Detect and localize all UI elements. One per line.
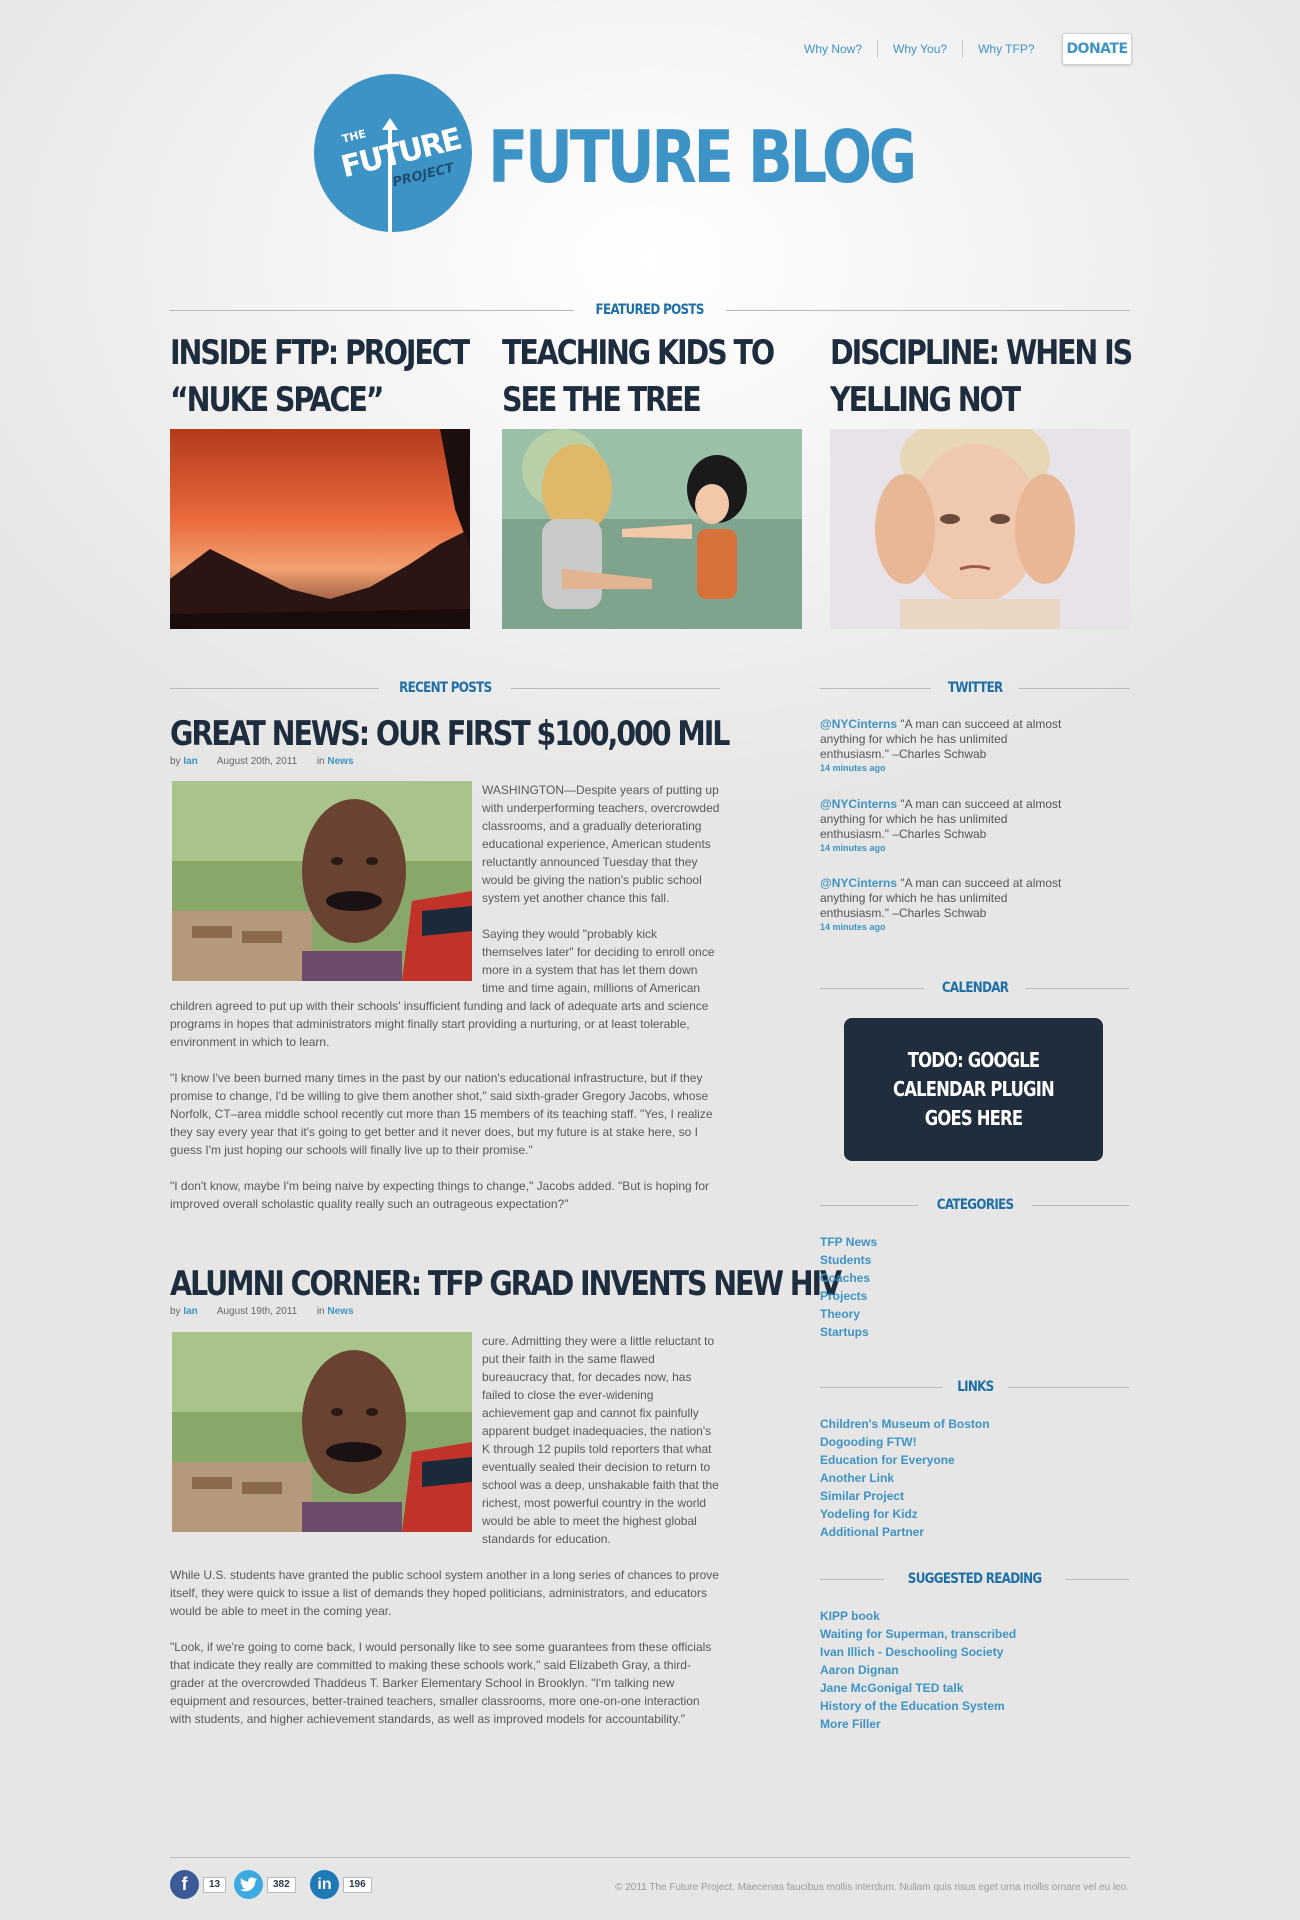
featured-post-title[interactable]: DISCIPLINE: WHEN IS YELLING NOT ENOUGH? (830, 330, 1133, 467)
suggested-link[interactable]: Waiting for Superman, transcribed (820, 1625, 1016, 1643)
post-category-link[interactable]: News (327, 1306, 353, 1317)
tweet-time-link[interactable]: 14 minutes ago (820, 921, 1070, 933)
facebook-share[interactable]: f 13 (170, 1870, 227, 1899)
tweet-time-link[interactable]: 14 minutes ago (820, 842, 1070, 854)
post-body: WASHINGTON—Despite years of putting up w… (170, 781, 720, 1231)
linkedin-count: 196 (343, 1876, 372, 1893)
calendar-placeholder-text: TODO: GOOGLE CALENDAR PLUGIN GOES HERE (893, 1048, 1055, 1130)
tweet: @NYCinterns "A man can succeed at almost… (820, 876, 1070, 933)
category-link[interactable]: Projects (820, 1287, 877, 1305)
featured-heading-label: FEATURED POSTS (595, 302, 705, 318)
post-body: cure. Admitting they were a little reluc… (170, 1332, 720, 1746)
top-nav: Why Now? Why You? Why TFP? (788, 40, 1050, 58)
tweet: @NYCinterns "A man can succeed at almost… (820, 797, 1070, 854)
post-meta: by Ian August 19th, 2011 in News (170, 1306, 354, 1317)
category-link[interactable]: Students (820, 1251, 877, 1269)
post-paragraph: "I know I've been burned many times in t… (170, 1071, 713, 1157)
tweet-handle-link[interactable]: @NYCinterns (820, 797, 897, 811)
links-list: Children's Museum of Boston Dogooding FT… (820, 1415, 990, 1541)
child-covering-ears-image[interactable] (830, 429, 1130, 629)
logo-arrow-head (382, 118, 398, 130)
categories-heading: CATEGORIES (820, 1197, 1131, 1213)
external-link[interactable]: Dogooding FTW! (820, 1433, 990, 1451)
featured-heading: FEATURED POSTS (170, 302, 1130, 318)
tweet-handle-link[interactable]: @NYCinterns (820, 876, 897, 890)
external-link[interactable]: Similar Project (820, 1487, 990, 1505)
links-heading-label: LINKS (956, 1379, 994, 1395)
recent-heading: RECENT POSTS (170, 680, 721, 696)
category-link[interactable]: Theory (820, 1305, 877, 1323)
categories-list: TFP News Students Coaches Projects Theor… (820, 1233, 877, 1341)
post-paragraph: "I don't know, maybe I'm being naive by … (170, 1179, 710, 1211)
nav-link-why-tfp[interactable]: Why TFP? (962, 40, 1049, 58)
external-link[interactable]: Additional Partner (820, 1523, 990, 1541)
linkedin-icon[interactable]: in (310, 1870, 339, 1899)
linkedin-share[interactable]: in 196 (310, 1870, 372, 1899)
post-meta-by: by (170, 1306, 181, 1317)
calendar-heading-label: CALENDAR (941, 980, 1009, 996)
post-title[interactable]: ALUMNI CORNER: TFP GRAD INVENTS NEW HIV (170, 1262, 842, 1306)
post-author-link[interactable]: Ian (183, 1306, 197, 1317)
man-with-mustache-image[interactable] (172, 1332, 472, 1532)
post-meta: by Ian August 20th, 2011 in News (170, 756, 354, 767)
links-heading: LINKS (820, 1379, 1130, 1395)
recent-heading-label: RECENT POSTS (398, 680, 492, 696)
post-author-link[interactable]: Ian (183, 756, 197, 767)
post-date: August 19th, 2011 (216, 1306, 298, 1317)
post-title[interactable]: GREAT NEWS: OUR FIRST $100,000 MIL (170, 712, 730, 756)
post-meta-in: in (316, 756, 325, 767)
calendar-heading: CALENDAR (820, 980, 1130, 996)
suggested-link[interactable]: Jane McGonigal TED talk (820, 1679, 1016, 1697)
twitter-count: 382 (267, 1876, 296, 1893)
post-paragraph: "Look, if we're going to come back, I wo… (170, 1640, 712, 1726)
categories-heading-label: CATEGORIES (936, 1197, 1014, 1213)
donate-button[interactable]: DONATE (1062, 33, 1132, 65)
featured-post-title[interactable]: INSIDE FTP: PROJECT “NUKE SPACE” (170, 330, 472, 430)
category-link[interactable]: Coaches (820, 1269, 877, 1287)
post-date: August 20th, 2011 (216, 756, 298, 767)
suggested-heading: SUGGESTED READING (820, 1571, 1130, 1587)
category-link[interactable]: TFP News (820, 1233, 877, 1251)
facebook-count: 13 (203, 1876, 227, 1893)
category-link[interactable]: Startups (820, 1323, 877, 1341)
featured-post-3[interactable]: DISCIPLINE: WHEN IS YELLING NOT ENOUGH? (830, 330, 1133, 629)
post-meta-in: in (316, 1306, 325, 1317)
suggested-link[interactable]: More Filler (820, 1715, 1016, 1733)
facebook-icon[interactable]: f (170, 1870, 199, 1899)
man-with-mustache-image[interactable] (172, 781, 472, 981)
suggested-link[interactable]: Aaron Dignan (820, 1661, 1016, 1679)
tweet-handle-link[interactable]: @NYCinterns (820, 717, 897, 731)
copyright-text: © 2011 The Future Project. Maecenas fauc… (615, 1882, 1129, 1893)
nav-link-why-you[interactable]: Why You? (877, 40, 962, 58)
suggested-link[interactable]: Ivan Illich - Deschooling Society (820, 1643, 1016, 1661)
footer-divider (170, 1857, 1130, 1858)
suggested-link[interactable]: KIPP book (820, 1607, 1016, 1625)
twitter-share[interactable]: 382 (234, 1870, 296, 1899)
suggested-heading-label: SUGGESTED READING (908, 1571, 1042, 1587)
external-link[interactable]: Another Link (820, 1469, 990, 1487)
twitter-heading-label: TWITTER (947, 680, 1003, 696)
logo-the: THE (340, 127, 368, 146)
post-category-link[interactable]: News (327, 756, 353, 767)
nav-link-why-now[interactable]: Why Now? (788, 40, 877, 58)
twitter-icon[interactable] (234, 1870, 263, 1899)
blog-title: FUTURE BLOG (488, 115, 917, 199)
cartoon-image[interactable] (502, 429, 802, 629)
twitter-heading: TWITTER (820, 680, 1130, 696)
tweet: @NYCinterns "A man can succeed at almost… (820, 717, 1070, 774)
external-link[interactable]: Education for Everyone (820, 1451, 990, 1469)
suggested-link[interactable]: History of the Education System (820, 1697, 1016, 1715)
logo[interactable]: THE FUTURE PROJECT (314, 74, 472, 232)
featured-post-title[interactable]: TEACHING KIDS TO SEE THE TREE PEOPLE (502, 330, 804, 467)
post-meta-by: by (170, 756, 181, 767)
featured-post-2[interactable]: TEACHING KIDS TO SEE THE TREE PEOPLE (502, 330, 804, 629)
tweet-time-link[interactable]: 14 minutes ago (820, 762, 1070, 774)
calendar-placeholder: TODO: GOOGLE CALENDAR PLUGIN GOES HERE (844, 1018, 1103, 1161)
external-link[interactable]: Children's Museum of Boston (820, 1415, 990, 1433)
aurora-image[interactable] (170, 429, 470, 629)
featured-post-1[interactable]: INSIDE FTP: PROJECT “NUKE SPACE” (170, 330, 472, 629)
suggested-list: KIPP book Waiting for Superman, transcri… (820, 1607, 1016, 1733)
post-paragraph: While U.S. students have granted the pub… (170, 1568, 719, 1618)
external-link[interactable]: Yodeling for Kidz (820, 1505, 990, 1523)
